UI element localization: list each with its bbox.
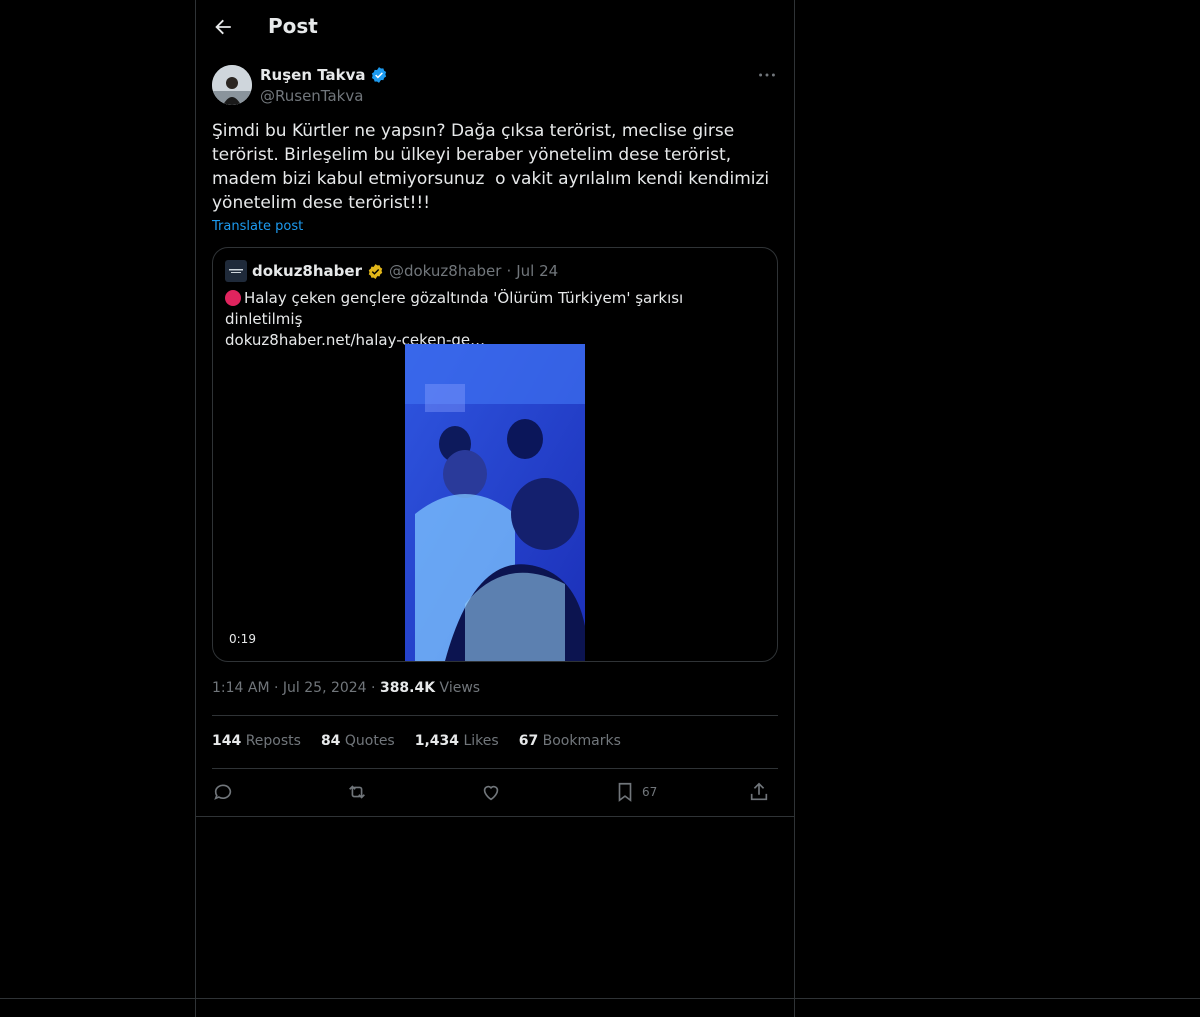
- post-timestamp: 1:14 AM · Jul 25, 2024 · 388.4K Views: [212, 680, 480, 696]
- red-circle-emoji-icon: [225, 290, 241, 306]
- stat-count: 1,434: [414, 733, 460, 749]
- quotes-stat[interactable]: 84 Quotes: [321, 733, 395, 749]
- stat-count: 144: [212, 733, 242, 749]
- repost-icon: [349, 785, 365, 799]
- post-time[interactable]: 1:14 AM: [212, 680, 270, 696]
- like-button[interactable]: [480, 780, 502, 804]
- translate-link[interactable]: Translate post: [212, 219, 303, 234]
- quoted-text-body: Halay çeken gençlere gözaltında 'Ölürüm …: [225, 289, 688, 328]
- share-button[interactable]: [748, 780, 770, 804]
- bookmarks-stat[interactable]: 67 Bookmarks: [519, 733, 621, 749]
- bookmark-count: 67: [642, 785, 658, 799]
- bookmark-icon: [618, 782, 632, 802]
- quoted-separator: ·: [506, 262, 512, 280]
- back-arrow-icon[interactable]: [212, 16, 234, 38]
- stat-label: Likes: [463, 733, 499, 749]
- quoted-text: Halay çeken gençlere gözaltında 'Ölürüm …: [225, 288, 765, 351]
- author-name-text[interactable]: Ruşen Takva: [260, 66, 366, 84]
- verified-badge-icon: [371, 67, 386, 83]
- views-label: Views: [439, 680, 481, 696]
- post-column: Post Ruşen Takva @RusenTakva Şimdi bu Kü…: [195, 0, 795, 1017]
- quoted-author-handle[interactable]: @dokuz8haber: [389, 262, 501, 280]
- quoted-avatar[interactable]: [225, 260, 247, 282]
- stat-count: 67: [518, 733, 539, 749]
- quoted-post-header: dokuz8haber @dokuz8haber · Jul 24: [225, 260, 558, 282]
- author-name[interactable]: Ruşen Takva: [260, 66, 388, 84]
- bookmark-button[interactable]: 67: [614, 780, 657, 804]
- stat-count: 84: [320, 733, 341, 749]
- engagement-stats: 144 Reposts 84 Quotes 1,434 Likes 67 Boo…: [212, 733, 621, 749]
- more-icon[interactable]: [756, 64, 778, 86]
- post-text: Şimdi bu Kürtler ne yapsın? Dağa çıksa t…: [212, 121, 775, 213]
- avatar[interactable]: [212, 65, 252, 105]
- action-bar: 67: [212, 780, 778, 806]
- author-handle[interactable]: @RusenTakva: [260, 87, 388, 105]
- video-duration: 0:19: [223, 631, 262, 647]
- page-title: Post: [268, 14, 318, 38]
- reply-icon: [214, 784, 232, 800]
- post-header: Post: [196, 0, 794, 53]
- reposts-stat[interactable]: 144 Reposts: [212, 733, 301, 749]
- stat-label: Quotes: [344, 733, 395, 749]
- post-date[interactable]: Jul 25, 2024: [283, 680, 367, 696]
- author-block: Ruşen Takva @RusenTakva: [260, 65, 388, 105]
- stat-label: Reposts: [245, 733, 301, 749]
- bottom-border: [0, 998, 1200, 999]
- likes-stat[interactable]: 1,434 Likes: [415, 733, 499, 749]
- quoted-post[interactable]: dokuz8haber @dokuz8haber · Jul 24 Halay …: [212, 247, 778, 662]
- divider: [212, 715, 778, 716]
- quoted-date[interactable]: Jul 24: [516, 262, 558, 280]
- quoted-author-name[interactable]: dokuz8haber: [252, 262, 362, 280]
- like-icon: [483, 785, 499, 801]
- timestamp-separator: ·: [371, 680, 376, 696]
- verified-gold-badge-icon: [368, 263, 383, 279]
- divider: [212, 768, 778, 769]
- reply-button[interactable]: [212, 780, 234, 804]
- repost-button[interactable]: [346, 780, 368, 804]
- stat-label: Bookmarks: [542, 733, 621, 749]
- timestamp-separator: ·: [274, 680, 279, 696]
- share-icon: [750, 782, 768, 801]
- video-thumbnail[interactable]: [405, 344, 585, 661]
- views-count: 388.4K: [379, 680, 436, 696]
- divider: [196, 816, 794, 817]
